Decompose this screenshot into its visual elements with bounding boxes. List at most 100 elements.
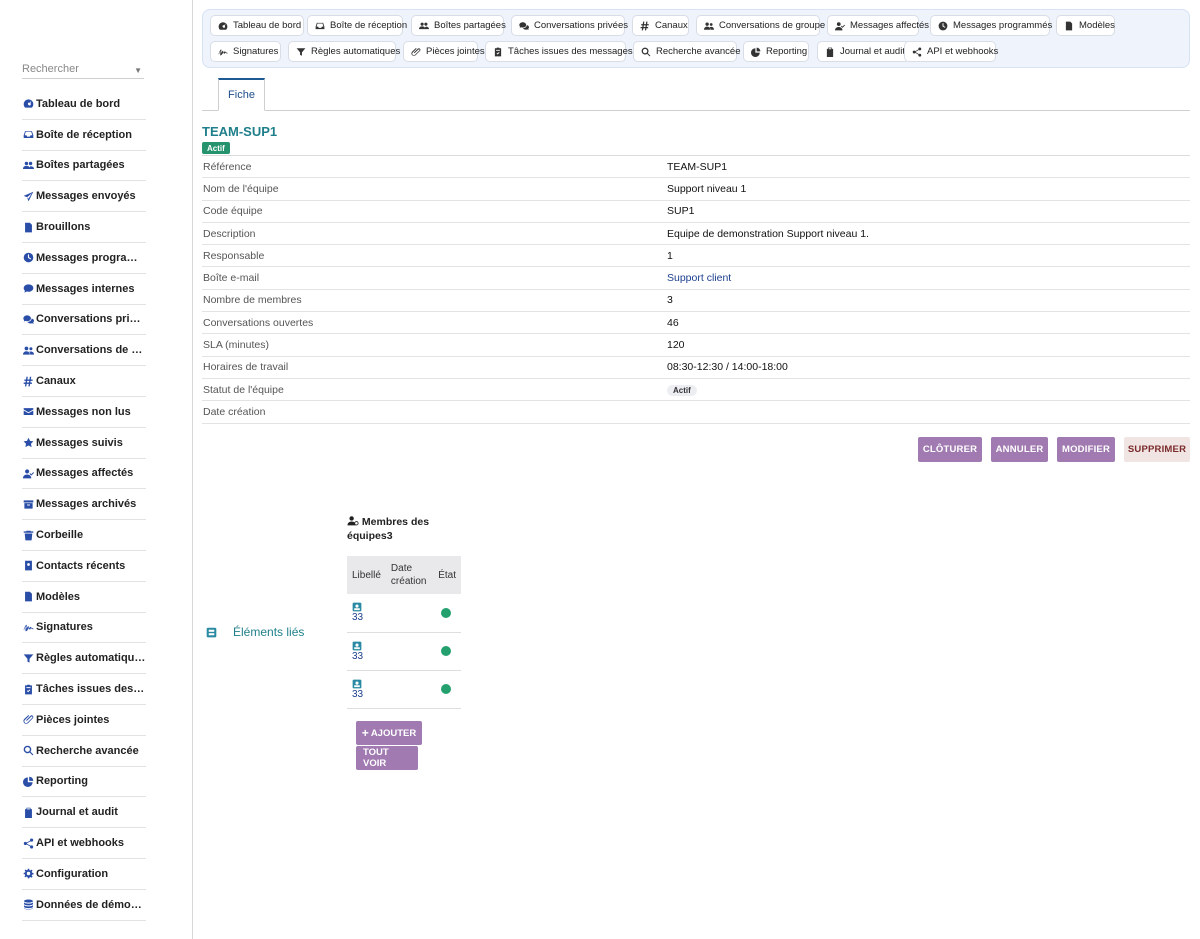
filter-icon: [296, 47, 311, 57]
property-value: Support niveau 1: [667, 182, 747, 195]
sidebar-item-recherche-avancee[interactable]: Recherche avancée: [22, 736, 146, 767]
plus-icon: +: [361, 726, 369, 740]
nav-tab-boites-partagees[interactable]: Boîtes partagées: [411, 15, 506, 36]
sidebar-item-regles-automatiques[interactable]: Règles automatiques: [22, 643, 146, 675]
sidebar-item-taches-issues-des-messages[interactable]: Tâches issues des messages: [22, 674, 146, 705]
nav-tab-modeles[interactable]: Modèles: [1056, 15, 1115, 36]
sidebar-item-messages-internes[interactable]: Messages internes: [22, 274, 146, 305]
signature-icon: [22, 621, 34, 633]
sidebar-item-label: API et webhooks: [36, 837, 125, 850]
task-icon: [22, 683, 34, 695]
sidebar-item-modeles[interactable]: Modèles: [22, 582, 146, 613]
sidebar-item-label: Données de démonstration: [36, 898, 146, 911]
nav-tab-journal-et-audit[interactable]: Journal et audit: [817, 41, 910, 62]
sidebar-item-label: Messages archivés: [36, 498, 137, 511]
table-row[interactable]: 33: [347, 632, 461, 671]
nav-tab-conversations-privees[interactable]: Conversations privées: [511, 15, 628, 36]
nav-tab-boite-de-reception[interactable]: Boîte de réception: [307, 15, 407, 36]
member-id[interactable]: 33: [352, 612, 363, 623]
cancel-button[interactable]: ANNULER: [991, 437, 1048, 462]
database-icon: [22, 899, 34, 911]
file-icon: [22, 591, 34, 603]
nav-tab-signatures[interactable]: Signatures: [210, 41, 281, 62]
delete-button[interactable]: SUPPRIMER: [1124, 437, 1190, 462]
nav-tab-messages-affectes[interactable]: Messages affectés: [827, 15, 929, 36]
nav-tab-label: API et webhooks: [927, 46, 999, 57]
nav-tab-taches-issues-des-messages[interactable]: Tâches issues des messages: [485, 41, 633, 62]
nav-tab-conversations-de-groupe[interactable]: Conversations de groupe: [696, 15, 825, 36]
sidebar-item-corbeille[interactable]: Corbeille: [22, 520, 146, 551]
sidebar-item-label: Pièces jointes: [36, 713, 110, 726]
sidebar-item-label: Brouillons: [36, 221, 91, 234]
column-header-label[interactable]: Libellé: [347, 556, 386, 594]
property-row-statut-de-l-equipe: Statut de l'équipe Actif: [202, 379, 1190, 402]
sidebar-item-boite-de-reception[interactable]: Boîte de réception: [22, 120, 146, 151]
sidebar-item-donnees-de-demonstration[interactable]: Données de démonstration: [22, 890, 146, 921]
tab-fiche-label: Fiche: [228, 89, 255, 101]
file-icon: [1064, 21, 1079, 31]
sidebar-item-configuration[interactable]: Configuration: [22, 859, 146, 890]
column-header-state[interactable]: État: [433, 556, 461, 594]
edit-button[interactable]: MODIFIER: [1057, 437, 1115, 462]
sidebar-item-messages-envoyes[interactable]: Messages envoyés: [22, 181, 146, 213]
mailbox-link[interactable]: Support client: [667, 272, 731, 284]
sidebar-item-conversations-privees[interactable]: Conversations privées: [22, 305, 146, 336]
sidebar-item-label: Corbeille: [36, 529, 84, 542]
property-value-cell: Support niveau 1: [667, 183, 746, 195]
sidebar-item-messages-archives[interactable]: Messages archivés: [22, 489, 146, 521]
sidebar-item-label: Journal et audit: [36, 806, 118, 819]
sidebar-item-brouillons[interactable]: Brouillons: [22, 212, 146, 243]
sidebar-item-label: Boîtes partagées: [36, 159, 125, 172]
user-check-icon: [835, 21, 850, 31]
sidebar-item-label: Signatures: [36, 621, 93, 634]
member-state-cell: [433, 594, 461, 633]
member-id-cell[interactable]: 33: [347, 632, 386, 671]
nav-tab-regles-automatiques[interactable]: Règles automatiques: [288, 41, 400, 62]
sidebar-item-messages-programmes[interactable]: Messages programmés: [22, 243, 146, 274]
sidebar-item-contacts-recents[interactable]: Contacts récents: [22, 551, 146, 582]
add-member-button[interactable]: + AJOUTER: [356, 721, 422, 745]
sidebar-item-label: Configuration: [36, 867, 109, 880]
sidebar-item-pieces-jointes[interactable]: Pièces jointes: [22, 705, 146, 736]
sidebar-item-messages-suivis[interactable]: Messages suivis: [22, 428, 146, 459]
sidebar-item-tableau-de-bord[interactable]: Tableau de bord: [22, 89, 146, 120]
member-id-cell[interactable]: 33: [347, 594, 386, 633]
chevron-down-icon[interactable]: ▼: [134, 66, 142, 75]
nav-tab-tableau-de-bord[interactable]: Tableau de bord: [210, 15, 304, 36]
linked-elements[interactable]: Éléments liés: [206, 625, 304, 639]
sidebar-item-boites-partagees[interactable]: Boîtes partagées: [22, 151, 146, 182]
user-group-icon: [704, 21, 719, 31]
property-label: Horaires de travail: [203, 361, 289, 374]
view-all-button[interactable]: TOUT VOIR: [356, 746, 418, 770]
sidebar-item-signatures[interactable]: Signatures: [22, 613, 146, 644]
nav-tab-pieces-jointes[interactable]: Pièces jointes: [403, 41, 485, 62]
column-header-date[interactable]: Date création: [385, 556, 434, 594]
comments-icon: [22, 313, 34, 325]
nav-tab-recherche-avancee[interactable]: Recherche avancée: [633, 41, 741, 62]
table-row[interactable]: 33: [347, 594, 461, 633]
share-icon: [912, 46, 927, 57]
search-input[interactable]: Rechercher ▼: [22, 63, 144, 79]
nav-tab-reporting[interactable]: Reporting: [743, 41, 809, 62]
sidebar-item-reporting[interactable]: Reporting: [22, 767, 146, 798]
sidebar-item-messages-affectes[interactable]: Messages affectés: [22, 459, 146, 490]
sidebar-item-api-et-webhooks[interactable]: API et webhooks: [22, 828, 146, 859]
sidebar-item-conversations-de-groupe[interactable]: Conversations de groupe: [22, 335, 146, 367]
nav-tab-messages-programmes[interactable]: Messages programmés: [930, 15, 1052, 36]
member-id[interactable]: 33: [352, 651, 363, 662]
nav-tab-label: Pièces jointes: [426, 46, 485, 57]
sidebar-item-journal-et-audit[interactable]: Journal et audit: [22, 797, 146, 829]
search-icon: [641, 47, 656, 57]
nav-tab-api-et-webhooks[interactable]: API et webhooks: [904, 41, 999, 62]
member-id[interactable]: 33: [352, 689, 363, 700]
member-id-cell[interactable]: 33: [347, 670, 386, 709]
sidebar-item-label: Canaux: [36, 375, 76, 388]
nav-tab-canaux[interactable]: Canaux: [632, 15, 689, 36]
sidebar-item-canaux[interactable]: Canaux: [22, 366, 146, 397]
property-value: SUP1: [667, 205, 695, 218]
sidebar-item-messages-non-lus[interactable]: Messages non lus: [22, 397, 146, 428]
tab-fiche[interactable]: Fiche: [218, 78, 265, 111]
property-label: Conversations ouvertes: [203, 316, 314, 329]
table-row[interactable]: 33: [347, 670, 461, 709]
close-button[interactable]: CLÔTURER: [918, 437, 982, 462]
